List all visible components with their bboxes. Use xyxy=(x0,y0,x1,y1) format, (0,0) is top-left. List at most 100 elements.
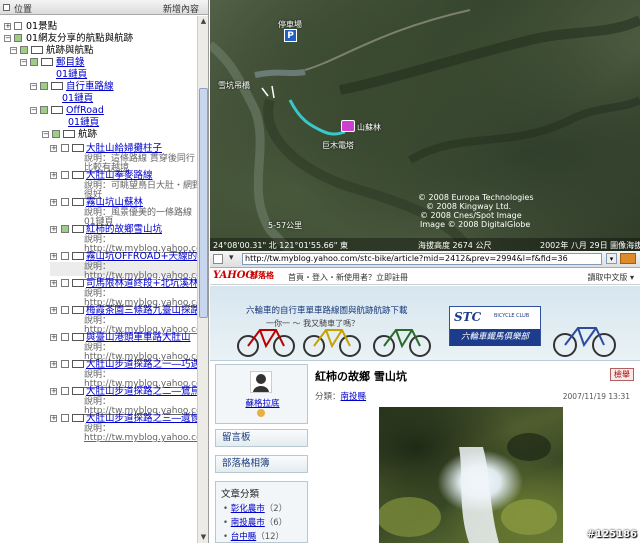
folder-icon xyxy=(72,225,84,233)
top-nav[interactable]: 首頁・登入・新使用者？立即註冊 xyxy=(288,272,408,283)
folder-icon xyxy=(72,171,84,179)
stc-logo[interactable]: STC BICYCLE CLUB 六輪車鐵馬俱樂部 xyxy=(449,306,541,346)
checkbox[interactable] xyxy=(61,171,69,179)
collapse-icon[interactable]: − xyxy=(4,35,11,42)
collapse-icon[interactable]: − xyxy=(42,131,49,138)
stc-logo-text: STC xyxy=(454,310,482,324)
category-item[interactable]: • 南投農市（6） xyxy=(223,516,287,528)
folder-icon xyxy=(72,306,84,314)
checkbox[interactable] xyxy=(30,58,38,66)
folder-icon xyxy=(72,333,84,341)
checkbox[interactable] xyxy=(52,130,60,138)
article-category: 分類：南投縣 xyxy=(315,392,367,402)
blog-article: 紅柿の故鄉 雪山坑 檢舉 分類：南投縣 2007/11/19 13:31 xyxy=(315,364,636,543)
go-button[interactable]: ▾ xyxy=(606,253,617,264)
collapse-icon[interactable]: − xyxy=(20,59,27,66)
album-button[interactable]: 部落格相簿 xyxy=(215,455,308,473)
map-label: 5-57公里 xyxy=(268,221,303,230)
map-elevation: 海拔高度 2674 公尺 xyxy=(418,241,492,250)
guestbook-button[interactable]: 留言板 xyxy=(215,429,308,447)
go-icon[interactable] xyxy=(620,253,636,264)
tree-item-label: 航跡 xyxy=(78,129,98,140)
track-link[interactable]: http://tw.myblog.yahoo.com/stc- xyxy=(84,433,197,444)
folder-icon xyxy=(72,252,84,260)
checkbox[interactable] xyxy=(20,46,28,54)
collapse-icon[interactable]: − xyxy=(10,47,17,54)
collapse-icon[interactable]: − xyxy=(30,107,37,114)
checkbox[interactable] xyxy=(61,279,69,287)
map-label: 山蘇林 xyxy=(357,123,381,132)
expand-icon[interactable]: + xyxy=(50,307,57,314)
url-input[interactable]: http://tw.myblog.yahoo.com/stc-bike/arti… xyxy=(242,253,602,265)
checkbox[interactable] xyxy=(61,333,69,341)
article-date: 2007/11/19 13:31 xyxy=(562,392,630,401)
expand-icon[interactable]: + xyxy=(50,361,57,368)
category-box: 文章分類 • 彰化農市（2） • 南投農市（6） • 台中縣（12） xyxy=(215,481,308,543)
expand-icon[interactable]: + xyxy=(50,415,57,422)
page-icon xyxy=(213,254,223,264)
checkbox[interactable] xyxy=(61,414,69,422)
checkbox[interactable] xyxy=(61,198,69,206)
checkbox[interactable] xyxy=(14,22,22,30)
expand-icon[interactable]: + xyxy=(4,23,11,30)
waterfall-photo[interactable] xyxy=(379,407,563,543)
scrollbar-thumb[interactable] xyxy=(199,88,208,318)
map-copyright: © 2008 Cnes/Spot Image xyxy=(420,211,522,220)
expand-icon[interactable]: + xyxy=(50,388,57,395)
language-select[interactable]: 讀取中文版 ▾ xyxy=(587,272,634,283)
map-copyright: © 2008 Europa Technologies xyxy=(418,193,534,202)
dropdown-icon[interactable]: ▾ xyxy=(229,253,240,264)
expand-icon[interactable]: + xyxy=(50,334,57,341)
category-link[interactable]: 南投縣 xyxy=(341,392,367,402)
category-item[interactable]: • 彰化農市（2） xyxy=(223,502,287,514)
expand-icon[interactable]: + xyxy=(50,280,57,287)
expand-icon[interactable]: + xyxy=(50,199,57,206)
avatar[interactable] xyxy=(250,371,272,393)
checkbox[interactable] xyxy=(40,106,48,114)
status-icon xyxy=(257,409,265,417)
checkbox[interactable] xyxy=(61,252,69,260)
bicycle-icon xyxy=(237,329,295,357)
satellite-map[interactable]: P 停車場 雪坑吊橋 山蘇林 巨木電塔 5-57公里 © 2008 Europa… xyxy=(210,0,640,251)
expand-icon[interactable]: + xyxy=(50,253,57,260)
folder-icon xyxy=(72,144,84,152)
folder-icon xyxy=(31,46,43,54)
checkbox[interactable] xyxy=(40,82,48,90)
add-content-link[interactable]: 新增內容 xyxy=(163,2,199,15)
blog-sidebar: 蘇格拉底 留言板 部落格相簿 文章分類 • 彰化農市（2） • 南投農市（6） … xyxy=(215,364,308,543)
tree-scrollbar[interactable]: ▲ ▼ xyxy=(197,16,208,543)
category-item[interactable]: • 台中縣（12） xyxy=(223,530,284,542)
bicycle-icon xyxy=(373,329,431,357)
checkbox[interactable] xyxy=(61,144,69,152)
address-bar: ▾ http://tw.myblog.yahoo.com/stc-bike/ar… xyxy=(210,251,640,268)
blog-label[interactable]: 部落格 xyxy=(250,270,274,281)
banner-title: 六輪車的自行車單車路線圖與航跡航跡下載 xyxy=(246,306,408,316)
places-tree: + 01景點 − 01網友分享的航點與航跡 − 航跡與航點 − 郵目錄 01鏈頁… xyxy=(0,16,197,543)
yahoo-header: YAHOO! 部落格 首頁・登入・新使用者？立即註冊 讀取中文版 ▾ xyxy=(210,269,640,285)
user-icon xyxy=(253,374,269,392)
waterfall-image xyxy=(379,433,557,543)
places-title: 位置 xyxy=(14,5,33,15)
stc-club-text: BICYCLE CLUB xyxy=(494,313,530,319)
camera-icon[interactable] xyxy=(341,120,355,132)
checkbox[interactable] xyxy=(14,34,22,42)
scroll-up-icon[interactable]: ▲ xyxy=(198,16,208,27)
expand-icon[interactable]: + xyxy=(50,172,57,179)
map-copyright: Image © 2008 DigitalGlobe xyxy=(420,220,531,229)
checkbox[interactable] xyxy=(61,306,69,314)
collapse-icon[interactable] xyxy=(3,4,10,11)
map-label: 雪坑吊橋 xyxy=(218,81,250,90)
expand-icon[interactable]: + xyxy=(50,226,57,233)
checkbox[interactable] xyxy=(61,387,69,395)
checkbox[interactable] xyxy=(61,225,69,233)
parking-icon[interactable]: P xyxy=(284,29,297,42)
embedded-browser: ▾ http://tw.myblog.yahoo.com/stc-bike/ar… xyxy=(210,251,640,543)
expand-icon[interactable]: + xyxy=(50,145,57,152)
places-panel: 位置 新增內容 + 01景點 − 01網友分享的航點與航跡 − 航跡與航點 − … xyxy=(0,0,209,543)
profile-name[interactable]: 蘇格拉底 xyxy=(216,397,309,409)
scroll-down-icon[interactable]: ▼ xyxy=(198,532,208,543)
collapse-icon[interactable]: − xyxy=(30,83,37,90)
report-button[interactable]: 檢舉 xyxy=(610,368,634,381)
checkbox[interactable] xyxy=(61,360,69,368)
map-coordinates: 24°08'00.31" 北 121°01'55.66" 東 xyxy=(213,241,348,250)
